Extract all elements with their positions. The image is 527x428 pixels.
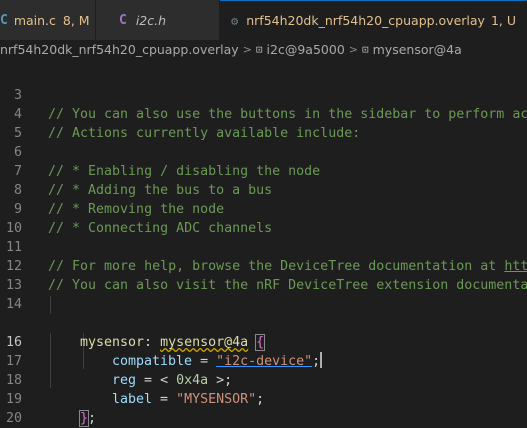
breadcrumb-node-mysensor[interactable]: mysensor@4a xyxy=(373,42,462,57)
tab-status: 8, M xyxy=(62,12,90,28)
node-icon: ⊡ xyxy=(362,43,369,56)
code-line: 18 label = "MYSENSOR"; xyxy=(0,352,527,407)
gear-icon: ⚙ xyxy=(231,13,239,28)
tab-status: 1, U xyxy=(490,13,516,28)
code-line: 15 mysensor: mysensor@4a { xyxy=(0,295,527,351)
code-line: 14 &i2c130 { xyxy=(0,276,527,331)
code-editor[interactable]: 3 // You can also use the buttons in the… xyxy=(0,59,527,428)
chevron-right-icon: > xyxy=(348,43,358,56)
breadcrumb-node-i2c[interactable]: i2c@9a5000 xyxy=(267,42,345,57)
c-header-icon: C xyxy=(119,12,127,28)
breadcrumb-file[interactable]: nrf54h20dk_nrf54h20_cpuapp.overlay xyxy=(0,42,239,57)
code-line-current: 16 compatible = "i2c-device"; xyxy=(0,314,527,369)
code-line: 7 // * Adding the bus to a bus xyxy=(0,143,527,198)
chevron-right-icon: > xyxy=(242,43,252,56)
breadcrumb: nrf54h20dk_nrf54h20_cpuapp.overlay > ⊡ i… xyxy=(0,40,527,59)
code-line: 3 // You can also use the buttons in the… xyxy=(0,67,527,122)
code-line: 19 }; xyxy=(0,371,527,427)
code-line: 9 // * Connecting ADC channels xyxy=(0,181,527,236)
code-line: 17 reg = < 0x4a >; xyxy=(0,333,527,388)
node-icon: ⊡ xyxy=(255,43,263,56)
code-line: 8 // * Removing the node xyxy=(0,162,527,217)
tab-i2c-h[interactable]: C i2c.h xyxy=(96,0,220,40)
code-line: 6 // * Enabling / disabling the node xyxy=(0,124,527,179)
code-line: 10 xyxy=(0,200,527,236)
editor-tab-bar: C main.c 8, M C i2c.h ⚙ nrf54h20dk_nrf54… xyxy=(0,0,527,40)
tab-overlay[interactable]: ⚙ nrf54h20dk_nrf54h20_cpuapp.overlay 1, … xyxy=(220,0,527,40)
code-line: 21 xyxy=(0,409,527,428)
tab-label: nrf54h20dk_nrf54h20_cpuapp.overlay xyxy=(246,13,485,28)
code-line: 12 // You can also visit the nRF DeviceT… xyxy=(0,238,527,293)
code-line: 4 // Actions currently available include… xyxy=(0,86,527,141)
code-line: 5 xyxy=(0,105,527,141)
code-line: 13 xyxy=(0,257,527,293)
code-line: 11 // For more help, browse the DeviceTr… xyxy=(0,219,527,274)
code-line: 20 }; xyxy=(0,390,527,426)
tab-label: i2c.h xyxy=(135,12,167,28)
tab-main-c[interactable]: C main.c 8, M xyxy=(0,0,96,40)
tab-label: main.c xyxy=(13,12,56,28)
c-file-icon: C xyxy=(0,12,8,28)
